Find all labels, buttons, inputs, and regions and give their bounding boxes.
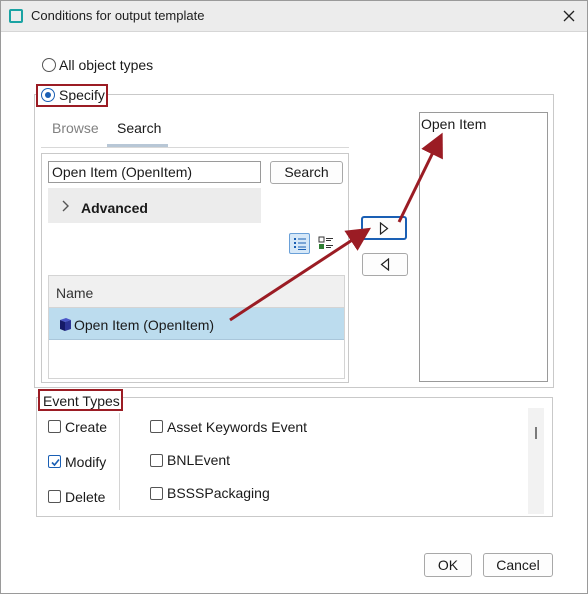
annotation-arrow-to-selected — [397, 132, 443, 223]
annotation-arrows — [229, 132, 443, 322]
annotation-arrow-to-add — [229, 227, 372, 322]
